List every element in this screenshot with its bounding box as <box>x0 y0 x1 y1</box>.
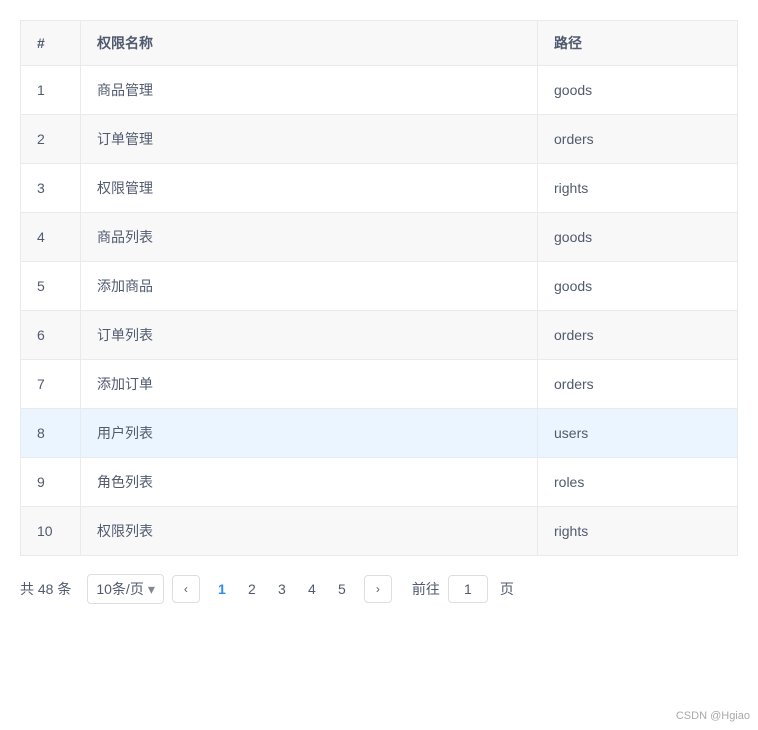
cell-num: 4 <box>21 213 81 262</box>
cell-name: 用户列表 <box>81 409 538 458</box>
cell-path: rights <box>538 164 738 213</box>
page-number-4[interactable]: 4 <box>298 575 326 603</box>
cell-name: 权限管理 <box>81 164 538 213</box>
table-row: 7 添加订单 orders <box>21 360 738 409</box>
cell-path: goods <box>538 262 738 311</box>
col-header-path: 路径 <box>538 21 738 66</box>
col-header-name: 权限名称 <box>81 21 538 66</box>
page-number-3[interactable]: 3 <box>268 575 296 603</box>
goto-input[interactable] <box>448 575 488 603</box>
cell-name: 商品列表 <box>81 213 538 262</box>
pagination-bar: 共 48 条 10条/页 ▾ ‹ 12345 › 前往 页 <box>20 574 738 604</box>
cell-name: 添加订单 <box>81 360 538 409</box>
table-row: 3 权限管理 rights <box>21 164 738 213</box>
table-body: 1 商品管理 goods 2 订单管理 orders 3 权限管理 rights… <box>21 66 738 556</box>
cell-name: 订单管理 <box>81 115 538 164</box>
cell-path: rights <box>538 507 738 556</box>
cell-path: orders <box>538 360 738 409</box>
table-row: 10 权限列表 rights <box>21 507 738 556</box>
cell-num: 5 <box>21 262 81 311</box>
page-number-2[interactable]: 2 <box>238 575 266 603</box>
cell-path: users <box>538 409 738 458</box>
cell-num: 1 <box>21 66 81 115</box>
page-size-value: 10条/页 <box>96 579 143 599</box>
cell-name: 权限列表 <box>81 507 538 556</box>
page-number-5[interactable]: 5 <box>328 575 356 603</box>
cell-num: 3 <box>21 164 81 213</box>
table-row: 6 订单列表 orders <box>21 311 738 360</box>
prev-page-button[interactable]: ‹ <box>172 575 200 603</box>
cell-name: 商品管理 <box>81 66 538 115</box>
table-row: 4 商品列表 goods <box>21 213 738 262</box>
cell-num: 8 <box>21 409 81 458</box>
goto-suffix: 页 <box>500 579 514 599</box>
cell-num: 9 <box>21 458 81 507</box>
cell-path: orders <box>538 115 738 164</box>
permissions-table: # 权限名称 路径 1 商品管理 goods 2 订单管理 orders 3 权… <box>20 20 738 556</box>
cell-num: 10 <box>21 507 81 556</box>
cell-name: 订单列表 <box>81 311 538 360</box>
cell-num: 2 <box>21 115 81 164</box>
col-header-num: # <box>21 21 81 66</box>
table-row: 8 用户列表 users <box>21 409 738 458</box>
cell-path: orders <box>538 311 738 360</box>
cell-name: 添加商品 <box>81 262 538 311</box>
cell-path: goods <box>538 66 738 115</box>
watermark: CSDN @Hgiao <box>676 710 750 722</box>
cell-path: goods <box>538 213 738 262</box>
table-row: 1 商品管理 goods <box>21 66 738 115</box>
cell-num: 7 <box>21 360 81 409</box>
total-label: 共 48 条 <box>20 579 71 599</box>
goto-prefix: 前往 <box>412 579 440 599</box>
cell-name: 角色列表 <box>81 458 538 507</box>
table-row: 9 角色列表 roles <box>21 458 738 507</box>
cell-num: 6 <box>21 311 81 360</box>
page-numbers: 12345 <box>208 575 356 603</box>
cell-path: roles <box>538 458 738 507</box>
next-page-button[interactable]: › <box>364 575 392 603</box>
page-size-select[interactable]: 10条/页 ▾ <box>87 574 164 604</box>
chevron-down-icon: ▾ <box>148 581 155 598</box>
table-row: 2 订单管理 orders <box>21 115 738 164</box>
table-header: # 权限名称 路径 <box>21 21 738 66</box>
table-row: 5 添加商品 goods <box>21 262 738 311</box>
page-number-1[interactable]: 1 <box>208 575 236 603</box>
